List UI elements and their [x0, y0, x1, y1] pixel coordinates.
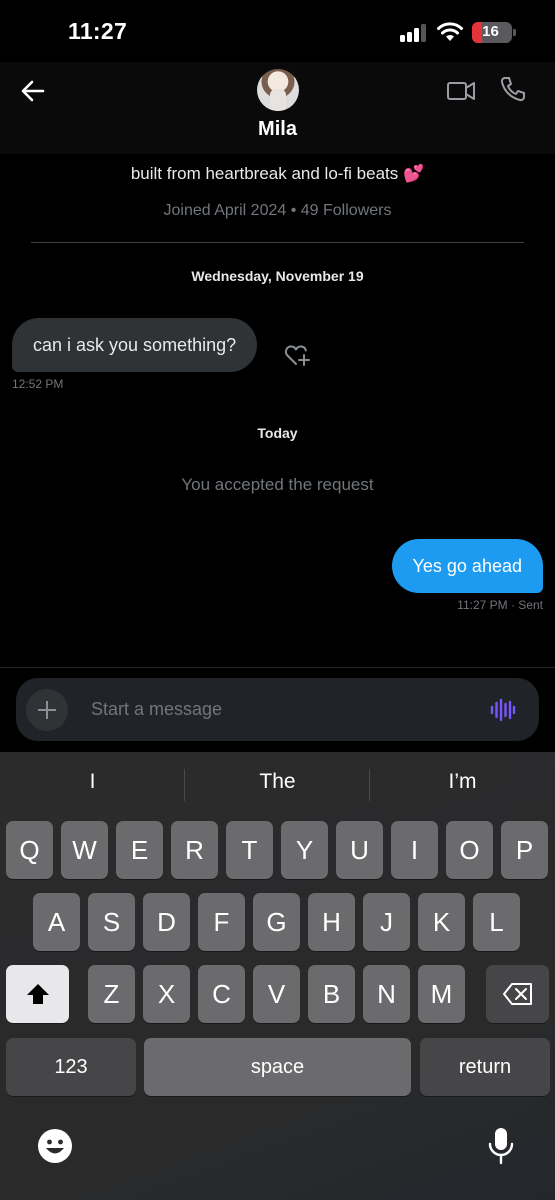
wifi-icon	[437, 22, 463, 41]
key-q[interactable]: Q	[6, 821, 53, 879]
key-l[interactable]: L	[473, 893, 520, 951]
key-d[interactable]: D	[143, 893, 190, 951]
suggestion-3[interactable]: I’m	[370, 770, 555, 794]
emoji-icon[interactable]	[37, 1128, 73, 1164]
composer-divider	[0, 667, 555, 668]
contact-name[interactable]: Mila	[0, 118, 555, 141]
key-t[interactable]: T	[226, 821, 273, 879]
message-status: 11:27 PM · Sent	[457, 598, 543, 612]
battery-icon: 16	[472, 22, 516, 43]
conversation-header: Mila	[0, 62, 555, 154]
space-key[interactable]: space	[144, 1038, 411, 1096]
key-p[interactable]: P	[501, 821, 548, 879]
key-j[interactable]: J	[363, 893, 410, 951]
date-separator-today: Today	[257, 425, 298, 441]
date-separator: Wednesday, November 19	[191, 268, 364, 284]
key-g[interactable]: G	[253, 893, 300, 951]
outgoing-message[interactable]: Yes go ahead	[391, 539, 543, 593]
avatar[interactable]	[257, 69, 299, 111]
suggestion-bar: I The I’m	[0, 752, 555, 816]
message-composer	[16, 678, 539, 741]
key-i[interactable]: I	[391, 821, 438, 879]
battery-level: 16	[482, 23, 499, 40]
key-b[interactable]: B	[308, 965, 355, 1023]
suggestion-1[interactable]: I	[0, 770, 185, 794]
incoming-message[interactable]: can i ask you something?	[12, 318, 258, 372]
phone-icon[interactable]	[499, 75, 527, 103]
add-attachment-button[interactable]	[26, 689, 68, 731]
return-key[interactable]: return	[420, 1038, 550, 1096]
key-h[interactable]: H	[308, 893, 355, 951]
voice-message-icon[interactable]	[490, 698, 516, 722]
key-z[interactable]: Z	[88, 965, 135, 1023]
status-bar: 11:27 16	[0, 0, 555, 62]
key-e[interactable]: E	[116, 821, 163, 879]
key-v[interactable]: V	[253, 965, 300, 1023]
key-m[interactable]: M	[418, 965, 465, 1023]
dictation-mic-icon[interactable]	[488, 1126, 514, 1166]
on-screen-keyboard: I The I’m Q W E R T Y U I O P A S D F G …	[0, 752, 555, 1200]
cellular-signal-icon	[400, 24, 430, 42]
key-y[interactable]: Y	[281, 821, 328, 879]
backspace-icon	[502, 983, 532, 1005]
key-o[interactable]: O	[446, 821, 493, 879]
key-c[interactable]: C	[198, 965, 245, 1023]
shift-arrow-icon	[26, 984, 49, 1004]
numbers-key[interactable]: 123	[6, 1038, 136, 1096]
suggestion-2[interactable]: The	[185, 770, 370, 794]
key-n[interactable]: N	[363, 965, 410, 1023]
key-u[interactable]: U	[336, 821, 383, 879]
system-message: You accepted the request	[181, 475, 374, 494]
key-w[interactable]: W	[61, 821, 108, 879]
status-time: 11:27	[68, 18, 128, 44]
key-x[interactable]: X	[143, 965, 190, 1023]
backspace-key[interactable]	[486, 965, 549, 1023]
arrow-left-icon[interactable]	[18, 76, 48, 106]
divider	[31, 242, 524, 243]
profile-bio: built from heartbreak and lo-fi beats 💕	[130, 164, 425, 183]
key-r[interactable]: R	[171, 821, 218, 879]
video-camera-icon[interactable]	[446, 78, 476, 104]
key-s[interactable]: S	[88, 893, 135, 951]
shift-key[interactable]	[6, 965, 69, 1023]
message-input[interactable]	[91, 678, 471, 741]
key-f[interactable]: F	[198, 893, 245, 951]
key-k[interactable]: K	[418, 893, 465, 951]
profile-joined: Joined April 2024 • 49 Followers	[163, 202, 392, 219]
add-reaction-icon[interactable]	[284, 342, 312, 368]
message-timestamp: 12:52 PM	[12, 377, 64, 391]
key-a[interactable]: A	[33, 893, 80, 951]
